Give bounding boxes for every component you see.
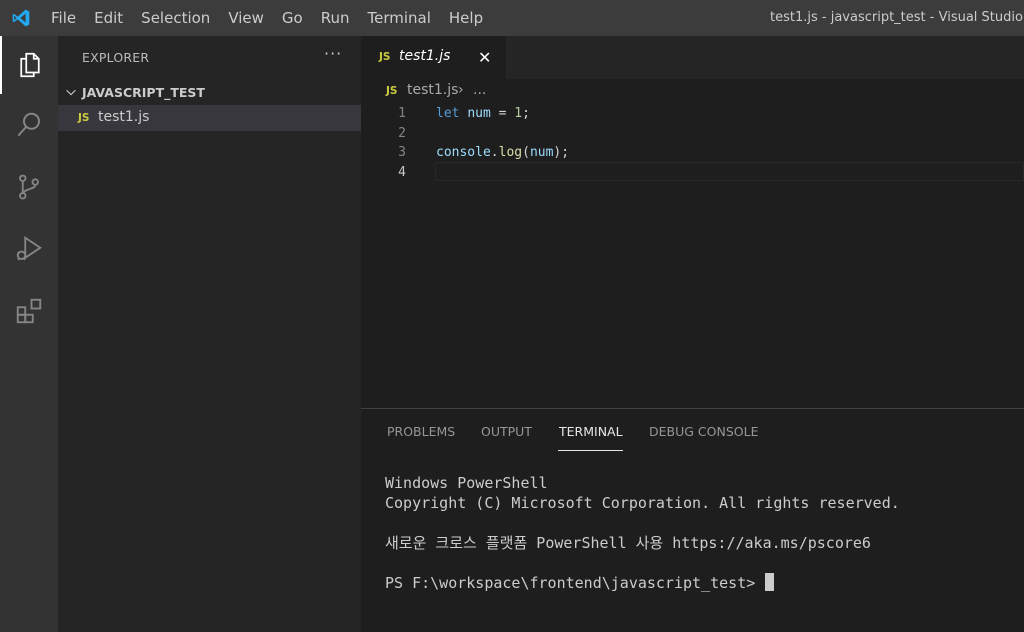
code-line[interactable]: 1 let num = 1;	[361, 104, 1024, 123]
extensions-icon	[16, 298, 42, 324]
code-token: log	[498, 145, 523, 160]
bottom-panel: PROBLEMS OUTPUT TERMINAL DEBUG CONSOLE Wind…	[361, 408, 1024, 632]
code-token: );	[553, 145, 570, 160]
code-token: console	[436, 145, 491, 160]
activity-run-debug[interactable]	[0, 220, 58, 278]
file-item-test1[interactable]: JS test1.js	[58, 105, 361, 131]
breadcrumb-file[interactable]: test1.js	[407, 82, 458, 98]
code-editor[interactable]: 1 let num = 1; 2 3 console.log(num); 4	[361, 103, 1024, 408]
breadcrumb-more[interactable]: ...	[473, 82, 486, 98]
terminal-prompt: PS F:\workspace\frontend\javascript_test…	[385, 574, 765, 592]
activity-search[interactable]	[0, 96, 58, 154]
menu-edit[interactable]: Edit	[85, 0, 132, 36]
terminal-cursor	[765, 573, 775, 591]
js-file-icon: JS	[78, 112, 90, 124]
code-line[interactable]: 3 console.log(num);	[361, 143, 1024, 162]
code-token: 1	[514, 106, 523, 121]
explorer-title: EXPLORER	[82, 50, 150, 65]
menu-run[interactable]: Run	[312, 0, 359, 36]
vscode-logo-icon[interactable]	[10, 8, 32, 28]
breadcrumb: JS test1.js › ...	[361, 79, 1024, 103]
file-label: test1.js	[98, 109, 150, 125]
activity-source-control[interactable]	[0, 158, 58, 216]
more-actions-icon[interactable]: ···	[324, 44, 342, 63]
terminal[interactable]: Windows PowerShell Copyright (C) Microsof…	[385, 473, 1024, 593]
run-debug-icon	[16, 235, 42, 261]
line-number: 3	[398, 145, 406, 160]
explorer-sidebar: EXPLORER ··· JAVASCRIPT_TEST JS test1.js	[58, 36, 361, 632]
breadcrumb-separator-icon: ›	[458, 82, 464, 98]
code-token: .	[490, 145, 499, 160]
menu-go[interactable]: Go	[273, 0, 312, 36]
terminal-line: 새로운 크로스 플랫폼 PowerShell 사용 https://aka.ms…	[385, 534, 871, 552]
panel-tabs: PROBLEMS OUTPUT TERMINAL DEBUG CONSOLE	[361, 409, 1024, 451]
activity-explorer[interactable]	[0, 36, 58, 94]
code-text: console.log(num);	[436, 143, 569, 162]
tab-test1-js[interactable]: JS test1.js ✕	[361, 36, 506, 79]
active-tab-underline	[558, 450, 623, 451]
explorer-icon	[20, 52, 40, 78]
code-token: ;	[522, 106, 530, 121]
search-icon	[17, 112, 40, 137]
terminal-prompt-line[interactable]: PS F:\workspace\frontend\javascript_test…	[385, 573, 1024, 593]
tab-label: test1.js	[399, 48, 451, 64]
code-token: (	[522, 145, 530, 160]
menu-file[interactable]: File	[42, 0, 85, 36]
panel-tab-debug-console[interactable]: DEBUG CONSOLE	[649, 424, 758, 439]
editor-tab-strip: JS test1.js ✕	[361, 36, 1024, 79]
chevron-down-icon	[66, 89, 76, 96]
menu-view[interactable]: View	[219, 0, 273, 36]
menu-terminal[interactable]: Terminal	[359, 0, 440, 36]
menu-help[interactable]: Help	[440, 0, 492, 36]
activity-extensions[interactable]	[0, 282, 58, 340]
window-title: test1.js - javascript_test - Visual Stud…	[770, 10, 1024, 25]
line-number: 2	[398, 125, 406, 141]
terminal-line: Copyright (C) Microsoft Corporation. All…	[385, 494, 900, 512]
title-bar: File Edit Selection View Go Run Terminal Help t…	[0, 0, 1024, 36]
code-text: let num = 1;	[436, 104, 530, 123]
source-control-icon	[19, 174, 39, 200]
code-token: =	[490, 106, 515, 121]
panel-tab-problems[interactable]: PROBLEMS	[387, 424, 455, 439]
panel-tab-output[interactable]: OUTPUT	[481, 424, 532, 439]
js-file-icon: JS	[379, 51, 391, 63]
folder-javascript-test[interactable]: JAVASCRIPT_TEST	[58, 82, 361, 104]
line-number: 4	[398, 164, 406, 180]
terminal-line: Windows PowerShell	[385, 474, 548, 492]
menu-selection[interactable]: Selection	[132, 0, 219, 36]
close-icon[interactable]: ✕	[478, 48, 491, 67]
code-line[interactable]: 4	[361, 163, 1024, 182]
code-line[interactable]: 2	[361, 124, 1024, 143]
js-file-icon: JS	[386, 85, 398, 97]
code-token: num	[529, 145, 554, 160]
menu-bar: File Edit Selection View Go Run Terminal Help	[42, 0, 492, 36]
activity-bar	[0, 36, 58, 632]
folder-label: JAVASCRIPT_TEST	[82, 85, 205, 100]
code-token: let	[436, 106, 460, 121]
line-number: 1	[398, 106, 406, 121]
panel-tab-terminal[interactable]: TERMINAL	[559, 424, 623, 439]
code-token: num	[467, 106, 491, 121]
